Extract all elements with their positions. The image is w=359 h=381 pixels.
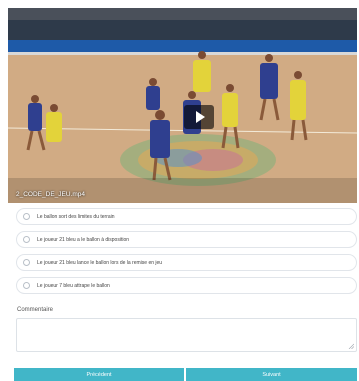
previous-button[interactable]: Précédent xyxy=(14,368,184,381)
radio-button[interactable] xyxy=(23,236,30,243)
navigation-bar: Précédent Suivant xyxy=(14,368,357,381)
video-player[interactable]: 2_CODE_DE_JEU.mp4 xyxy=(8,8,357,203)
answer-option-2[interactable]: Le joueur 21 bleu a le ballon à disposit… xyxy=(16,231,357,248)
radio-button[interactable] xyxy=(23,282,30,289)
answer-option-1[interactable]: Le ballon sort des limites du terrain xyxy=(16,208,357,225)
answer-option-3[interactable]: Le joueur 21 bleu lance le ballon lors d… xyxy=(16,254,357,271)
resize-handle-icon[interactable] xyxy=(348,343,354,349)
answer-options: Le ballon sort des limites du terrain Le… xyxy=(16,208,357,300)
radio-button[interactable] xyxy=(23,259,30,266)
video-title: 2_CODE_DE_JEU.mp4 xyxy=(16,191,85,198)
video-frame xyxy=(8,8,357,203)
radio-button[interactable] xyxy=(23,213,30,220)
play-button[interactable] xyxy=(184,105,214,129)
answer-option-label: Le ballon sort des limites du terrain xyxy=(37,213,115,220)
comment-label: Commentaire xyxy=(17,307,54,313)
next-button[interactable]: Suivant xyxy=(186,368,357,381)
play-icon xyxy=(195,111,205,123)
comment-textarea[interactable] xyxy=(16,318,357,352)
answer-option-label: Le joueur 7 bleu attrape le ballon xyxy=(37,282,110,289)
answer-option-label: Le joueur 21 bleu a le ballon à disposit… xyxy=(37,236,130,243)
answer-option-4[interactable]: Le joueur 7 bleu attrape le ballon xyxy=(16,277,357,294)
answer-option-label: Le joueur 21 bleu lance le ballon lors d… xyxy=(37,259,163,266)
